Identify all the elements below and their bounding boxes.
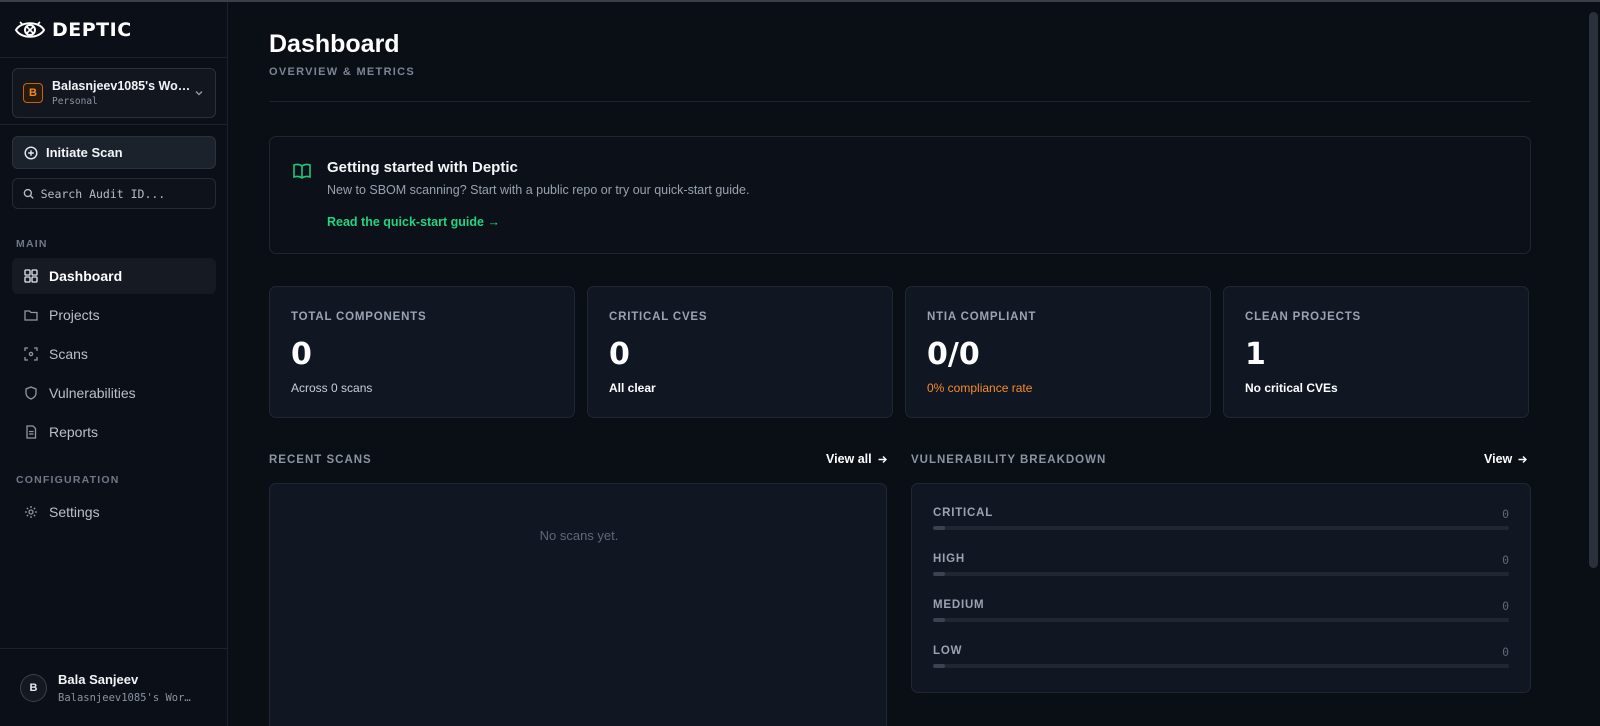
recent-scans-panel: No scans yet.: [269, 483, 887, 726]
book-open-icon: [293, 163, 311, 179]
getting-started-description: New to SBOM scanning? Start with a publi…: [327, 183, 750, 197]
stat-value: 0/0: [927, 337, 980, 372]
severity-bar: [933, 664, 1509, 668]
sidebar-item-settings[interactable]: Settings: [12, 494, 216, 530]
arrow-right-icon: [1518, 455, 1528, 463]
sidebar-item-scans[interactable]: Scans: [12, 336, 216, 372]
sidebar-item-label: Scans: [49, 346, 88, 362]
stat-subtext: Across 0 scans: [291, 381, 373, 395]
sidebar-item-vulnerabilities[interactable]: Vulnerabilities: [12, 375, 216, 411]
view-all-label: View all: [826, 452, 872, 466]
getting-started-card: Getting started with Deptic New to SBOM …: [269, 136, 1531, 254]
severity-label: HIGH: [933, 553, 965, 565]
workspace-avatar: B: [23, 83, 43, 103]
recent-scans-title: RECENT SCANS: [269, 454, 372, 466]
search-input[interactable]: [40, 186, 205, 201]
severity-label: CRITICAL: [933, 507, 994, 519]
severity-count: 0: [1502, 645, 1509, 659]
severity-label: LOW: [933, 645, 963, 657]
shield-icon: [25, 386, 37, 400]
stat-subtext: No critical CVEs: [1245, 381, 1338, 395]
sidebar-item-projects[interactable]: Projects: [12, 297, 216, 333]
sidebar-item-label: Vulnerabilities: [49, 385, 136, 401]
sidebar-item-label: Settings: [49, 504, 100, 520]
stat-card-clean-projects: CLEAN PROJECTS 1 No critical CVEs: [1223, 286, 1529, 418]
scan-icon: [24, 347, 38, 361]
deptic-eye-icon: [14, 21, 46, 38]
severity-row-high: HIGH 0: [933, 553, 1509, 583]
app-name: DEPTIC: [52, 19, 132, 41]
user-name: Bala Sanjeev: [58, 672, 139, 687]
severity-bar-fill: [933, 526, 945, 530]
page-subtitle: OVERVIEW & METRICS: [269, 66, 416, 78]
user-workspace: Balasnjeev1085's Wor…: [58, 692, 191, 704]
page-title: Dashboard: [269, 30, 400, 58]
workspace-switcher[interactable]: B Balasnjeev1085's Wor… Personal: [12, 68, 216, 118]
view-all-scans-link[interactable]: View all: [826, 452, 888, 466]
initiate-scan-label: Initiate Scan: [46, 145, 123, 160]
severity-row-low: LOW 0: [933, 645, 1509, 675]
severity-label: MEDIUM: [933, 599, 985, 611]
section-label-configuration: CONFIGURATION: [16, 474, 120, 486]
stat-label: NTIA COMPLIANT: [927, 311, 1037, 323]
vulnerability-breakdown-panel: CRITICAL 0 HIGH 0 MEDIUM 0 LOW 0: [911, 483, 1531, 693]
avatar: B: [20, 674, 47, 702]
sidebar-item-reports[interactable]: Reports: [12, 414, 216, 450]
empty-state-text: No scans yet.: [539, 528, 619, 543]
arrow-right-icon: [878, 455, 887, 463]
severity-count: 0: [1502, 507, 1509, 521]
severity-bar-fill: [933, 664, 945, 668]
folder-icon: [24, 310, 38, 321]
stat-subtext: 0% compliance rate: [927, 381, 1033, 395]
chevron-down-icon: [195, 90, 203, 96]
stat-value: 0: [291, 337, 312, 372]
vulnerability-breakdown-title: VULNERABILITY BREAKDOWN: [911, 454, 1107, 466]
workspace-type: Personal: [52, 96, 98, 107]
severity-count: 0: [1502, 553, 1509, 567]
workspace-name: Balasnjeev1085's Wor…: [52, 79, 192, 93]
initiate-scan-button[interactable]: Initiate Scan: [12, 136, 216, 169]
sidebar-item-label: Projects: [49, 307, 100, 323]
plus-circle-icon: [24, 145, 38, 160]
vertical-scrollbar[interactable]: [1589, 12, 1598, 568]
severity-row-medium: MEDIUM 0: [933, 599, 1509, 629]
stat-subtext: All clear: [609, 381, 656, 395]
severity-bar: [933, 618, 1509, 622]
severity-bar-fill: [933, 618, 945, 622]
sidebar-divider: [0, 57, 228, 58]
sidebar-divider: [0, 124, 228, 125]
stat-label: CRITICAL CVES: [609, 311, 708, 323]
severity-bar-fill: [933, 572, 945, 576]
severity-row-critical: CRITICAL 0: [933, 507, 1509, 537]
gear-icon: [25, 506, 37, 518]
severity-bar: [933, 526, 1509, 530]
severity-bar: [933, 572, 1509, 576]
view-label: View: [1484, 452, 1513, 466]
document-icon: [26, 425, 37, 439]
app-logo[interactable]: DEPTIC: [14, 14, 132, 46]
sidebar-divider: [0, 648, 228, 649]
stat-card-total-components: TOTAL COMPONENTS 0 Across 0 scans: [269, 286, 575, 418]
sidebar-item-label: Reports: [49, 424, 99, 440]
sidebar: DEPTIC B Balasnjeev1085's Wor… Personal …: [0, 2, 228, 726]
dashboard-icon: [24, 269, 38, 283]
section-label-main: MAIN: [16, 238, 48, 250]
sidebar-item-dashboard[interactable]: Dashboard: [12, 258, 216, 294]
getting-started-title: Getting started with Deptic: [327, 159, 518, 176]
header-divider: [269, 101, 1531, 102]
severity-count: 0: [1502, 599, 1509, 613]
stat-value: 1: [1245, 337, 1266, 372]
user-profile[interactable]: B Bala Sanjeev Balasnjeev1085's Wor…: [0, 650, 228, 726]
view-vulnerabilities-link[interactable]: View: [1484, 452, 1528, 466]
quick-start-guide-link[interactable]: Read the quick-start guide →: [327, 215, 500, 229]
stat-card-critical-cves: CRITICAL CVES 0 All clear: [587, 286, 893, 418]
search-icon: [23, 188, 34, 199]
stat-value: 0: [609, 337, 630, 372]
stat-card-ntia-compliant: NTIA COMPLIANT 0/0 0% compliance rate: [905, 286, 1211, 418]
search-audit-field[interactable]: [12, 178, 216, 209]
main-content: Dashboard OVERVIEW & METRICS Getting sta…: [229, 2, 1600, 726]
sidebar-item-label: Dashboard: [49, 268, 123, 284]
stat-label: TOTAL COMPONENTS: [291, 311, 427, 323]
stat-label: CLEAN PROJECTS: [1245, 311, 1361, 323]
